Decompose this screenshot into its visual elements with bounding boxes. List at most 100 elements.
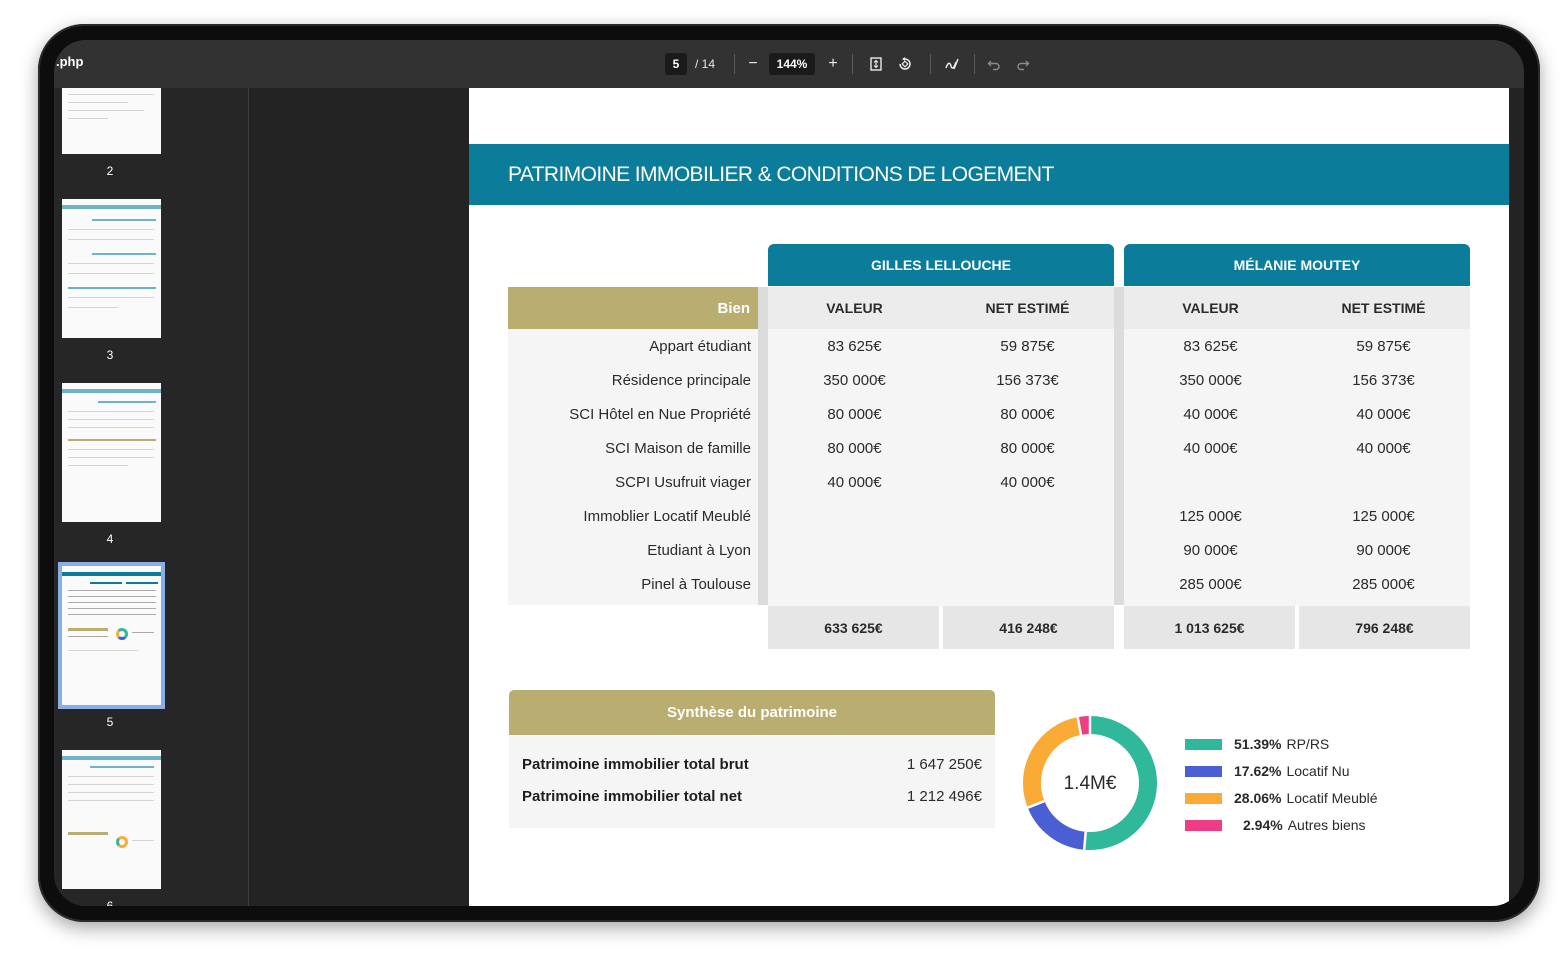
page-title: PATRIMOINE IMMOBILIER & CONDITIONS DE LO…: [508, 163, 1054, 186]
fit-page-icon[interactable]: [866, 53, 886, 75]
document-page: PATRIMOINE IMMOBILIER & CONDITIONS DE LO…: [469, 88, 1509, 906]
table-cell: 83 625€: [1183, 338, 1238, 355]
table-cell: 125 000€: [1179, 508, 1242, 525]
table-cell: 40 000€: [827, 474, 882, 491]
table-cell: 40 000€: [1356, 440, 1411, 457]
table-cell: 40 000€: [1183, 406, 1238, 423]
pdf-toolbar: .php 5 / 14 − 144% +: [54, 40, 1524, 88]
table-cell: 40 000€: [1183, 440, 1238, 457]
row-label: SCI Maison de famille: [605, 440, 751, 457]
row-label: Résidence principale: [611, 372, 751, 389]
table-cell: 40 000€: [1000, 474, 1055, 491]
thumbnail-page-5[interactable]: [58, 562, 165, 709]
legend-item: 2.94% Autres biens: [1185, 816, 1366, 834]
person-header-1: GILLES LELLOUCHE: [768, 244, 1114, 286]
table-cell: 80 000€: [1000, 406, 1055, 423]
table-cell: 156 373€: [996, 372, 1059, 389]
legend-swatch: [1185, 738, 1222, 750]
table-cell: 59 875€: [1356, 338, 1411, 355]
row-label: SCPI Usufruit viager: [615, 474, 751, 491]
total-value-1: 633 625€: [768, 606, 939, 649]
zoom-level[interactable]: 144%: [769, 53, 815, 75]
legend-label: Locatif Nu: [1286, 763, 1350, 779]
legend-item: 51.39% RP/RS: [1185, 735, 1329, 753]
thumbnail-page-3[interactable]: [62, 199, 161, 338]
total-brut-value: 1 647 250€: [906, 756, 982, 773]
row-label: Immoblier Locatif Meublé: [583, 508, 751, 525]
page-number-input[interactable]: 5: [665, 53, 687, 75]
row-label: Appart étudiant: [649, 338, 751, 355]
toolbar-divider: [974, 54, 975, 74]
table-cell: 285 000€: [1179, 576, 1242, 593]
col-header-net-2: NET ESTIMÉ: [1297, 287, 1470, 329]
total-net-value: 1 212 496€: [906, 788, 982, 805]
legend-percent: 28.06%: [1234, 790, 1282, 806]
table-cell: 83 625€: [827, 338, 882, 355]
donut-slice: [1077, 716, 1091, 735]
table-cell: 350 000€: [823, 372, 886, 389]
table-cell: 40 000€: [1356, 406, 1411, 423]
values-column-1: 83 625€ 59 875€ 350 000€ 156 373€ 80 000€ 80 …: [768, 329, 1114, 606]
zoom-in-button[interactable]: +: [823, 53, 843, 75]
synthese-header: Synthèse du patrimoine: [509, 690, 995, 735]
table-cell: 80 000€: [1000, 440, 1055, 457]
zoom-out-button[interactable]: −: [743, 53, 763, 75]
file-name: .php: [56, 54, 84, 69]
row-label: Pinel à Toulouse: [641, 576, 751, 593]
patrimoine-donut-chart: 1.4M€: [1023, 716, 1157, 850]
thumbnail-label: 5: [106, 715, 114, 729]
section-banner: PATRIMOINE IMMOBILIER & CONDITIONS DE LO…: [469, 144, 1509, 205]
column-separator: [758, 287, 768, 605]
legend-label: RP/RS: [1286, 736, 1330, 752]
page-total: / 14: [694, 57, 715, 71]
donut-slice-gap: [1082, 831, 1087, 850]
bien-column-header: Bien: [508, 287, 758, 329]
total-net-1: 416 248€: [943, 606, 1114, 649]
total-net-2: 796 248€: [1299, 606, 1470, 649]
sidebar-divider: [248, 88, 249, 906]
table-cell: 350 000€: [1179, 372, 1242, 389]
redo-icon[interactable]: [1012, 53, 1034, 75]
thumbnail-page-2[interactable]: [62, 88, 161, 154]
toolbar-divider: [734, 54, 735, 74]
legend-percent: 51.39%: [1234, 736, 1282, 752]
thumbnail-label: 4: [106, 532, 114, 546]
legend-percent: 2.94%: [1243, 817, 1283, 833]
legend-label: Autres biens: [1287, 817, 1366, 833]
rotate-icon[interactable]: [894, 53, 916, 75]
device-frame: .php 5 / 14 − 144% + 2 3 4 5 6 PATRIMOIN…: [38, 24, 1540, 922]
legend-swatch: [1185, 792, 1222, 804]
person-header-2: MÉLANIE MOUTEY: [1124, 244, 1470, 286]
table-cell: 80 000€: [827, 406, 882, 423]
table-cell: 156 373€: [1352, 372, 1415, 389]
table-cell: 285 000€: [1352, 576, 1415, 593]
total-brut-label: Patrimoine immobilier total brut: [522, 756, 749, 773]
thumbnail-page-6[interactable]: [62, 750, 161, 889]
table-cell: 125 000€: [1352, 508, 1415, 525]
toolbar-divider: [930, 54, 931, 74]
row-label: SCI Hôtel en Nue Propriété: [569, 406, 751, 423]
thumbnail-page-4[interactable]: [62, 383, 161, 522]
donut-center-label: 1.4M€: [1064, 773, 1117, 794]
col-header-value-1: VALEUR: [768, 287, 941, 329]
col-header-net-1: NET ESTIMÉ: [941, 287, 1114, 329]
table-cell: 90 000€: [1183, 542, 1238, 559]
col-header-value-2: VALEUR: [1124, 287, 1297, 329]
table-cell: 80 000€: [827, 440, 882, 457]
toolbar-divider: [852, 54, 853, 74]
undo-icon[interactable]: [983, 53, 1005, 75]
legend-label: Locatif Meublé: [1286, 790, 1378, 806]
legend-item: 17.62% Locatif Nu: [1185, 762, 1350, 780]
legend-percent: 17.62%: [1234, 763, 1282, 779]
thumbnail-label: 2: [106, 164, 114, 178]
total-net-label: Patrimoine immobilier total net: [522, 788, 743, 805]
table-cell: 90 000€: [1356, 542, 1411, 559]
donut-slice: [1027, 800, 1087, 850]
thumbnail-label: 6: [106, 899, 114, 906]
total-value-2: 1 013 625€: [1124, 606, 1295, 649]
screen: .php 5 / 14 − 144% + 2 3 4 5 6 PATRIMOIN…: [54, 40, 1524, 906]
annotate-icon[interactable]: [941, 53, 963, 75]
column-separator: [1114, 287, 1124, 605]
table-cell: 59 875€: [1000, 338, 1055, 355]
row-label: Etudiant à Lyon: [647, 542, 751, 559]
